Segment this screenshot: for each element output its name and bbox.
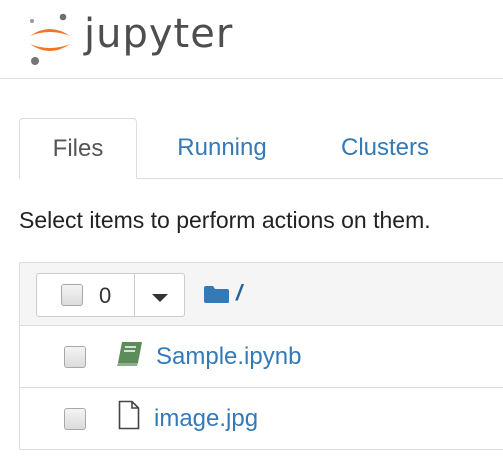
list-item: image.jpg [20, 388, 503, 450]
caret-down-icon [152, 294, 168, 302]
item-checkbox[interactable] [64, 346, 86, 368]
tab-files[interactable]: Files [19, 118, 137, 179]
item-checkbox[interactable] [64, 408, 86, 430]
file-icon [118, 400, 140, 430]
tab-running[interactable]: Running [147, 118, 297, 178]
list-item: Sample.ipynb [20, 326, 503, 388]
file-link[interactable]: image.jpg [154, 388, 258, 450]
notebook-dashboard: jupyter Files Running Clusters Select it… [0, 0, 503, 474]
jupyter-logo-icon[interactable] [26, 12, 74, 66]
select-all-group: 0 [36, 273, 185, 317]
notebook-icon [117, 342, 142, 366]
jupyter-wordmark[interactable]: jupyter [84, 10, 233, 58]
header: jupyter [0, 0, 503, 79]
select-all-button[interactable]: 0 [36, 273, 135, 317]
select-dropdown-button[interactable] [134, 273, 185, 317]
tab-clusters[interactable]: Clusters [311, 118, 459, 178]
select-all-checkbox[interactable] [61, 284, 83, 306]
file-list-header: 0 / [20, 263, 503, 326]
file-list: 0 / Sample.ipynb image.jpg [19, 262, 503, 450]
file-link[interactable]: Sample.ipynb [156, 326, 301, 388]
folder-icon[interactable] [203, 284, 230, 304]
dashboard-tabs: Files Running Clusters [19, 118, 503, 179]
selected-count: 0 [99, 283, 112, 308]
instructions-text: Select items to perform actions on them. [19, 207, 431, 233]
breadcrumb-root-link[interactable]: / [236, 277, 242, 309]
